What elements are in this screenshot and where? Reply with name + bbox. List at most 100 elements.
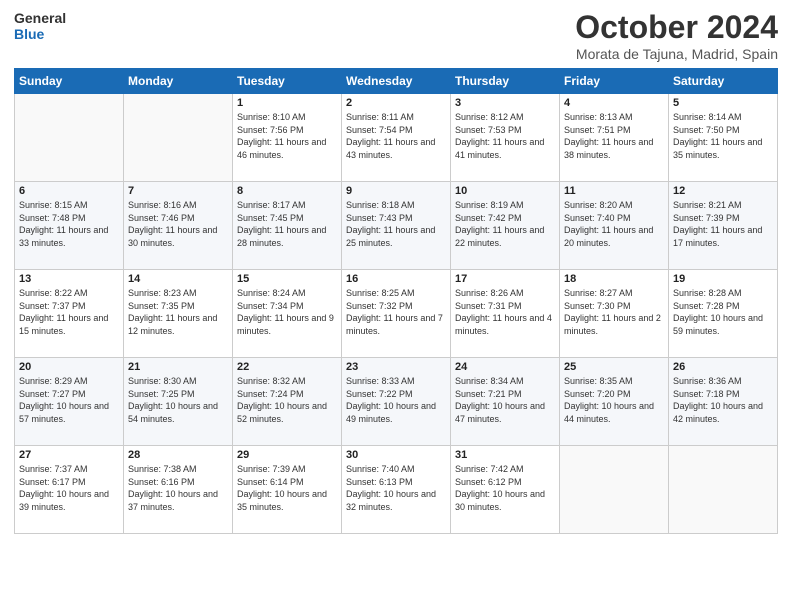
day-info: Sunrise: 8:21 AM Sunset: 7:39 PM Dayligh… — [673, 199, 773, 249]
day-info: Sunrise: 8:29 AM Sunset: 7:27 PM Dayligh… — [19, 375, 119, 425]
day-number: 28 — [128, 449, 228, 461]
day-info: Sunrise: 8:32 AM Sunset: 7:24 PM Dayligh… — [237, 375, 337, 425]
day-info: Sunrise: 8:10 AM Sunset: 7:56 PM Dayligh… — [237, 111, 337, 161]
calendar-cell: 5 Sunrise: 8:14 AM Sunset: 7:50 PM Daylig… — [669, 94, 778, 182]
calendar-cell: 11Sunrise: 8:20 AM Sunset: 7:40 PM Dayli… — [560, 182, 669, 270]
logo: General Blue — [14, 10, 66, 42]
day-of-week-header: Monday — [124, 69, 233, 94]
calendar-cell: 10 Sunrise: 8:19 AM Sunset: 7:42 PM Dayli… — [451, 182, 560, 270]
calendar-cell: 24 Sunrise: 8:34 AM Sunset: 7:21 PM Dayli… — [451, 358, 560, 446]
day-number: 12 — [673, 185, 773, 197]
day-of-week-row: SundayMondayTuesdayWednesdayThursdayFrid… — [15, 69, 778, 94]
calendar-cell: 13Sunrise: 8:22 AM Sunset: 7:37 PM Dayli… — [15, 270, 124, 358]
day-number: 15 — [237, 273, 337, 285]
day-info: Sunrise: 8:23 AM Sunset: 7:35 PM Dayligh… — [128, 287, 228, 337]
day-of-week-header: Friday — [560, 69, 669, 94]
day-info: Sunrise: 7:38 AM Sunset: 6:16 PM Dayligh… — [128, 463, 228, 513]
calendar-cell: 22Sunrise: 8:32 AM Sunset: 7:24 PM Dayli… — [233, 358, 342, 446]
day-number: 26 — [673, 361, 773, 373]
day-info: Sunrise: 7:42 AM Sunset: 6:12 PM Dayligh… — [455, 463, 555, 513]
day-number: 18 — [564, 273, 664, 285]
day-of-week-header: Sunday — [15, 69, 124, 94]
calendar-cell: 27Sunrise: 7:37 AM Sunset: 6:17 PM Dayli… — [15, 446, 124, 534]
day-info: Sunrise: 8:17 AM Sunset: 7:45 PM Dayligh… — [237, 199, 337, 249]
day-info: Sunrise: 8:28 AM Sunset: 7:28 PM Dayligh… — [673, 287, 773, 337]
day-number: 20 — [19, 361, 119, 373]
calendar-cell — [669, 446, 778, 534]
calendar-table: SundayMondayTuesdayWednesdayThursdayFrid… — [14, 68, 778, 534]
calendar-cell: 9Sunrise: 8:18 AM Sunset: 7:43 PM Daylig… — [342, 182, 451, 270]
day-number: 10 — [455, 185, 555, 197]
day-info: Sunrise: 8:15 AM Sunset: 7:48 PM Dayligh… — [19, 199, 119, 249]
calendar-cell: 23 Sunrise: 8:33 AM Sunset: 7:22 PM Dayli… — [342, 358, 451, 446]
calendar-cell: 30 Sunrise: 7:40 AM Sunset: 6:13 PM Dayli… — [342, 446, 451, 534]
day-number: 2 — [346, 97, 446, 109]
day-number: 5 — [673, 97, 773, 109]
calendar-cell: 29Sunrise: 7:39 AM Sunset: 6:14 PM Dayli… — [233, 446, 342, 534]
location-title: Morata de Tajuna, Madrid, Spain — [575, 46, 778, 62]
calendar-cell: 4Sunrise: 8:13 AM Sunset: 7:51 PM Daylig… — [560, 94, 669, 182]
day-info: Sunrise: 8:19 AM Sunset: 7:42 PM Dayligh… — [455, 199, 555, 249]
day-number: 31 — [455, 449, 555, 461]
calendar-cell: 2 Sunrise: 8:11 AM Sunset: 7:54 PM Daylig… — [342, 94, 451, 182]
day-of-week-header: Thursday — [451, 69, 560, 94]
calendar-cell: 6 Sunrise: 8:15 AM Sunset: 7:48 PM Daylig… — [15, 182, 124, 270]
calendar-week-row: 20 Sunrise: 8:29 AM Sunset: 7:27 PM Dayli… — [15, 358, 778, 446]
day-number: 6 — [19, 185, 119, 197]
month-title: October 2024 — [575, 10, 778, 45]
day-info: Sunrise: 7:39 AM Sunset: 6:14 PM Dayligh… — [237, 463, 337, 513]
calendar-cell: 8 Sunrise: 8:17 AM Sunset: 7:45 PM Daylig… — [233, 182, 342, 270]
calendar-cell: 21 Sunrise: 8:30 AM Sunset: 7:25 PM Dayli… — [124, 358, 233, 446]
day-info: Sunrise: 8:26 AM Sunset: 7:31 PM Dayligh… — [455, 287, 555, 337]
day-info: Sunrise: 7:37 AM Sunset: 6:17 PM Dayligh… — [19, 463, 119, 513]
day-info: Sunrise: 8:12 AM Sunset: 7:53 PM Dayligh… — [455, 111, 555, 161]
day-info: Sunrise: 8:34 AM Sunset: 7:21 PM Dayligh… — [455, 375, 555, 425]
calendar-week-row: 1 Sunrise: 8:10 AM Sunset: 7:56 PM Daylig… — [15, 94, 778, 182]
page: General Blue October 2024 Morata de Taju… — [0, 0, 792, 612]
day-number: 7 — [128, 185, 228, 197]
calendar-week-row: 27Sunrise: 7:37 AM Sunset: 6:17 PM Dayli… — [15, 446, 778, 534]
day-info: Sunrise: 8:16 AM Sunset: 7:46 PM Dayligh… — [128, 199, 228, 249]
header: General Blue October 2024 Morata de Taju… — [14, 10, 778, 62]
calendar-cell: 26 Sunrise: 8:36 AM Sunset: 7:18 PM Dayli… — [669, 358, 778, 446]
calendar-cell: 15Sunrise: 8:24 AM Sunset: 7:34 PM Dayli… — [233, 270, 342, 358]
day-info: Sunrise: 8:33 AM Sunset: 7:22 PM Dayligh… — [346, 375, 446, 425]
day-number: 14 — [128, 273, 228, 285]
day-info: Sunrise: 8:20 AM Sunset: 7:40 PM Dayligh… — [564, 199, 664, 249]
day-number: 8 — [237, 185, 337, 197]
calendar-cell — [560, 446, 669, 534]
calendar-cell: 31 Sunrise: 7:42 AM Sunset: 6:12 PM Dayli… — [451, 446, 560, 534]
calendar-week-row: 13Sunrise: 8:22 AM Sunset: 7:37 PM Dayli… — [15, 270, 778, 358]
day-info: Sunrise: 8:36 AM Sunset: 7:18 PM Dayligh… — [673, 375, 773, 425]
day-number: 30 — [346, 449, 446, 461]
calendar-cell: 14 Sunrise: 8:23 AM Sunset: 7:35 PM Dayli… — [124, 270, 233, 358]
calendar-cell: 16Sunrise: 8:25 AM Sunset: 7:32 PM Dayli… — [342, 270, 451, 358]
calendar-cell: 12 Sunrise: 8:21 AM Sunset: 7:39 PM Dayli… — [669, 182, 778, 270]
day-number: 17 — [455, 273, 555, 285]
calendar-cell: 7 Sunrise: 8:16 AM Sunset: 7:46 PM Daylig… — [124, 182, 233, 270]
calendar-cell: 3Sunrise: 8:12 AM Sunset: 7:53 PM Daylig… — [451, 94, 560, 182]
day-number: 21 — [128, 361, 228, 373]
title-block: October 2024 Morata de Tajuna, Madrid, S… — [575, 10, 778, 62]
day-number: 19 — [673, 273, 773, 285]
calendar-body: 1 Sunrise: 8:10 AM Sunset: 7:56 PM Daylig… — [15, 94, 778, 534]
day-info: Sunrise: 8:11 AM Sunset: 7:54 PM Dayligh… — [346, 111, 446, 161]
day-number: 23 — [346, 361, 446, 373]
day-info: Sunrise: 8:25 AM Sunset: 7:32 PM Dayligh… — [346, 287, 446, 337]
logo-general: General — [14, 10, 66, 26]
day-info: Sunrise: 8:14 AM Sunset: 7:50 PM Dayligh… — [673, 111, 773, 161]
day-of-week-header: Saturday — [669, 69, 778, 94]
day-number: 1 — [237, 97, 337, 109]
day-number: 9 — [346, 185, 446, 197]
calendar-cell: 25Sunrise: 8:35 AM Sunset: 7:20 PM Dayli… — [560, 358, 669, 446]
day-info: Sunrise: 8:30 AM Sunset: 7:25 PM Dayligh… — [128, 375, 228, 425]
day-number: 24 — [455, 361, 555, 373]
calendar-cell: 20 Sunrise: 8:29 AM Sunset: 7:27 PM Dayli… — [15, 358, 124, 446]
calendar-cell: 19 Sunrise: 8:28 AM Sunset: 7:28 PM Dayli… — [669, 270, 778, 358]
day-number: 4 — [564, 97, 664, 109]
day-info: Sunrise: 7:40 AM Sunset: 6:13 PM Dayligh… — [346, 463, 446, 513]
day-info: Sunrise: 8:35 AM Sunset: 7:20 PM Dayligh… — [564, 375, 664, 425]
day-of-week-header: Wednesday — [342, 69, 451, 94]
day-info: Sunrise: 8:27 AM Sunset: 7:30 PM Dayligh… — [564, 287, 664, 337]
logo-blue: Blue — [14, 26, 66, 42]
